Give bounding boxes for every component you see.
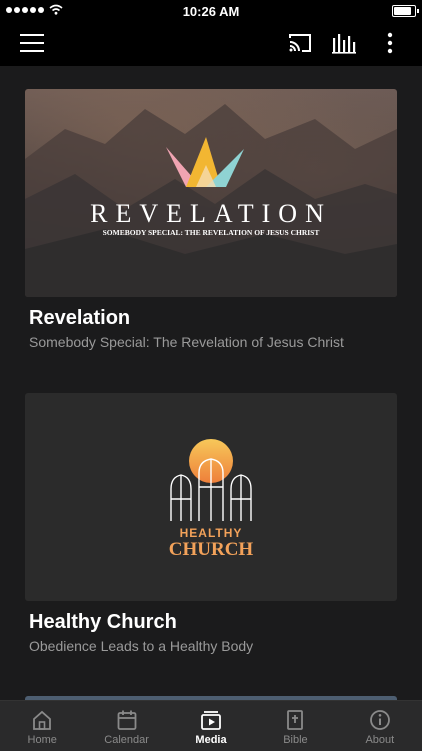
top-app-bar xyxy=(0,22,422,66)
media-subtitle: Obedience Leads to a Healthy Body xyxy=(29,638,254,654)
battery-icon xyxy=(392,5,419,17)
series-artwork-revelation[interactable]: REVELATION SOMEBODY SPECIAL: THE REVELAT… xyxy=(25,89,397,297)
bible-icon xyxy=(287,710,304,730)
home-icon xyxy=(33,710,52,730)
audio-bars-icon[interactable] xyxy=(332,32,356,54)
tab-calendar[interactable]: Calendar xyxy=(84,701,168,751)
media-list: REVELATION SOMEBODY SPECIAL: THE REVELAT… xyxy=(0,66,422,700)
cast-icon[interactable] xyxy=(288,32,312,54)
info-icon xyxy=(369,710,390,730)
tab-home[interactable]: Home xyxy=(0,701,84,751)
media-title[interactable]: Revelation xyxy=(29,307,397,330)
tab-about[interactable]: About xyxy=(338,701,422,751)
tab-label: Home xyxy=(27,734,57,746)
tab-label: Media xyxy=(195,734,227,746)
tab-bible[interactable]: Bible xyxy=(253,701,337,751)
battery-level xyxy=(394,7,412,15)
church-windows-logo xyxy=(170,439,252,521)
tab-media[interactable]: Media xyxy=(169,701,253,751)
media-title[interactable]: Healthy Church xyxy=(29,611,397,634)
tab-label: Calendar xyxy=(104,734,149,746)
media-card-healthy-church[interactable]: HEALTHY CHURCH Healthy Church Obedience … xyxy=(25,393,397,654)
status-bar: 10:26 AM xyxy=(0,0,422,22)
artwork-tagline: SOMEBODY SPECIAL: THE REVELATION OF JESU… xyxy=(102,228,320,237)
series-artwork-healthy-church[interactable]: HEALTHY CHURCH xyxy=(25,393,397,601)
media-card-revelation[interactable]: REVELATION SOMEBODY SPECIAL: THE REVELAT… xyxy=(25,89,397,350)
more-vertical-icon[interactable] xyxy=(378,32,402,54)
status-time: 10:26 AM xyxy=(182,4,240,19)
hamburger-menu-icon[interactable] xyxy=(20,34,44,54)
artwork-line-2: CHURCH xyxy=(168,539,254,560)
artwork-title: REVELATION xyxy=(90,199,332,228)
tab-label: Bible xyxy=(283,734,308,746)
calendar-icon xyxy=(117,710,137,730)
media-icon xyxy=(201,711,221,730)
bottom-tab-bar: Home Calendar Media Bible About xyxy=(0,700,422,751)
tab-label: About xyxy=(365,734,395,746)
mountain-background xyxy=(25,104,397,297)
media-subtitle: Somebody Special: The Revelation of Jesu… xyxy=(29,334,344,350)
crown-logo xyxy=(166,137,244,187)
artwork-line-1: HEALTHY xyxy=(179,526,243,540)
